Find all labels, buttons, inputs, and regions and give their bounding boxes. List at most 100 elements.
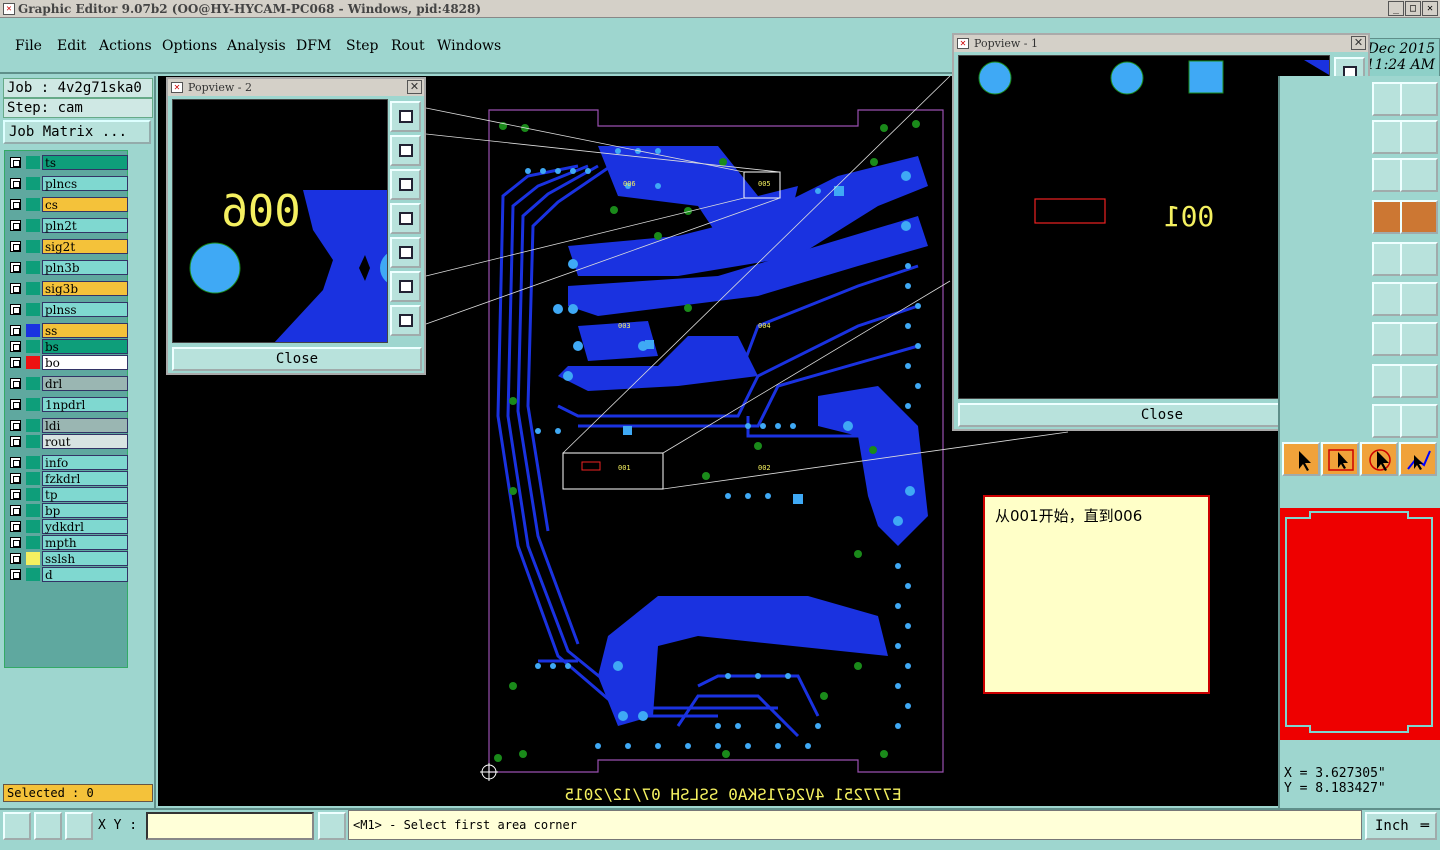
layer-checkbox[interactable]	[10, 489, 21, 500]
menu-windows[interactable]: Windows	[437, 38, 501, 54]
layer-checkbox[interactable]	[10, 157, 21, 168]
layer-row-cs[interactable]: cs	[7, 197, 128, 212]
popview-2-tool-zoom-out[interactable]	[390, 305, 421, 336]
menu-options[interactable]: Options	[162, 38, 217, 54]
layer-row-pln2t[interactable]: pln2t	[7, 218, 128, 233]
close-window-button[interactable]: ✕	[1422, 1, 1438, 16]
tool-pointer-select-icon[interactable]	[1321, 442, 1359, 476]
layer-checkbox[interactable]	[10, 341, 21, 352]
popview-2-tool-pan-left[interactable]	[390, 203, 421, 234]
layer-row-pln3b[interactable]: pln3b	[7, 260, 128, 275]
board-minimap[interactable]	[1280, 508, 1440, 740]
tool-route-icon[interactable]	[1399, 442, 1437, 476]
layer-checkbox[interactable]	[10, 178, 21, 189]
layer-row-plncs[interactable]: plncs	[7, 176, 128, 191]
popview-2-tool-pan-up[interactable]	[390, 135, 421, 166]
layer-row-ss[interactable]: ss	[7, 323, 128, 338]
maximize-button[interactable]: □	[1405, 1, 1421, 16]
popview-2-tool-pan-down[interactable]	[390, 169, 421, 200]
xy-input[interactable]	[146, 812, 314, 840]
layer-checkbox[interactable]	[10, 553, 21, 564]
popview-2-window[interactable]: ✕ Popview - 2 ✕ 006 Close	[166, 77, 426, 375]
layer-row-ydkdrl[interactable]: ydkdrl	[7, 519, 128, 534]
popview-2-tool-pan-right[interactable]	[390, 237, 421, 268]
menu-rout[interactable]: Rout	[391, 38, 425, 54]
layer-checkbox[interactable]	[10, 357, 21, 368]
menu-dfm[interactable]: DFM	[296, 38, 331, 54]
layer-checkbox[interactable]	[10, 241, 21, 252]
minimize-button[interactable]: _	[1388, 1, 1404, 16]
tool-mirror-icon[interactable]	[1400, 322, 1438, 356]
layer-color-swatch	[26, 456, 40, 469]
popview-2-tool-zoom-fit[interactable]	[390, 101, 421, 132]
popview-1-viewport[interactable]: 001	[958, 55, 1330, 399]
popview-2-tool-zoom-in[interactable]	[390, 271, 421, 302]
info-icon[interactable]	[318, 812, 346, 840]
layer-checkbox[interactable]	[10, 325, 21, 336]
layer-row-1npdrl[interactable]: 1npdrl	[7, 397, 128, 412]
layer-checkbox[interactable]	[10, 569, 21, 580]
layer-name: bo	[42, 355, 128, 370]
units-selector[interactable]: Inch ═	[1365, 812, 1437, 840]
layer-checkbox[interactable]	[10, 436, 21, 447]
layer-row-drl[interactable]: drl	[7, 376, 128, 391]
layer-row-fzkdrl[interactable]: fzkdrl	[7, 471, 128, 486]
layer-checkbox[interactable]	[10, 537, 21, 548]
layer-color-swatch	[26, 536, 40, 549]
popview-2-viewport[interactable]: 006	[172, 99, 388, 343]
job-matrix-button[interactable]: Job Matrix ...	[3, 120, 151, 144]
popview-1-close-x[interactable]: ✕	[1351, 36, 1366, 50]
layer-row-tp[interactable]: tp	[7, 487, 128, 502]
layer-name: pln3b	[42, 260, 128, 275]
layer-row-bs[interactable]: bs	[7, 339, 128, 354]
tool-shapes-icon[interactable]	[1400, 364, 1438, 398]
layer-row-info[interactable]: info	[7, 455, 128, 470]
tool-pointer-alt-icon[interactable]	[1360, 442, 1398, 476]
layer-checkbox[interactable]	[10, 199, 21, 210]
popview-1-titlebar[interactable]: ✕ Popview - 1 ✕	[954, 35, 1368, 52]
layer-name: d	[42, 567, 128, 582]
menu-edit[interactable]: Edit	[57, 38, 86, 54]
tool-pointer-icon[interactable]	[1282, 442, 1320, 476]
layer-row-bo[interactable]: bo	[7, 355, 128, 370]
layer-row-ts[interactable]: ts	[7, 155, 128, 170]
popview-2-close-button[interactable]: Close	[172, 347, 422, 371]
layer-row-sslsh[interactable]: sslsh	[7, 551, 128, 566]
layer-row-ldi[interactable]: ldi	[7, 418, 128, 433]
tool-connect-2-icon[interactable]	[1400, 282, 1438, 316]
zoom-area-icon[interactable]	[3, 812, 31, 840]
tool-trapezoid-2-icon[interactable]	[1400, 404, 1438, 438]
tool-split-view-icon[interactable]	[1400, 82, 1438, 116]
layer-row-rout[interactable]: rout	[7, 434, 128, 449]
menu-actions[interactable]: Actions	[99, 38, 152, 54]
layer-row-sig3b[interactable]: sig3b	[7, 281, 128, 296]
menu-analysis[interactable]: Analysis	[227, 38, 286, 54]
tool-net-select-icon[interactable]	[1400, 200, 1438, 234]
layer-checkbox[interactable]	[10, 521, 21, 532]
layer-checkbox[interactable]	[10, 304, 21, 315]
layer-checkbox[interactable]	[10, 457, 21, 468]
layer-row-d[interactable]: d	[7, 567, 128, 582]
popview-2-close-x[interactable]: ✕	[407, 80, 422, 94]
layer-row-mpth[interactable]: mpth	[7, 535, 128, 550]
layer-checkbox[interactable]	[10, 378, 21, 389]
tool-question-icon[interactable]	[1400, 158, 1438, 192]
tool-dot-icon[interactable]	[1400, 242, 1438, 276]
zoom-rect-popview1	[562, 452, 664, 490]
layer-checkbox[interactable]	[10, 420, 21, 431]
layer-checkbox[interactable]	[10, 283, 21, 294]
popview-2-titlebar[interactable]: ✕ Popview - 2 ✕	[168, 79, 424, 96]
layer-checkbox[interactable]	[10, 505, 21, 516]
layer-row-plnss[interactable]: plnss	[7, 302, 128, 317]
layer-row-sig2t[interactable]: sig2t	[7, 239, 128, 254]
layer-row-bp[interactable]: bp	[7, 503, 128, 518]
layer-checkbox[interactable]	[10, 220, 21, 231]
layer-checkbox[interactable]	[10, 399, 21, 410]
menu-step[interactable]: Step	[346, 38, 378, 54]
grid-icon[interactable]	[65, 812, 93, 840]
layer-checkbox[interactable]	[10, 262, 21, 273]
menu-file[interactable]: File	[15, 38, 42, 54]
measure-icon[interactable]	[34, 812, 62, 840]
layer-checkbox[interactable]	[10, 473, 21, 484]
tool-measure-icon[interactable]	[1400, 120, 1438, 154]
